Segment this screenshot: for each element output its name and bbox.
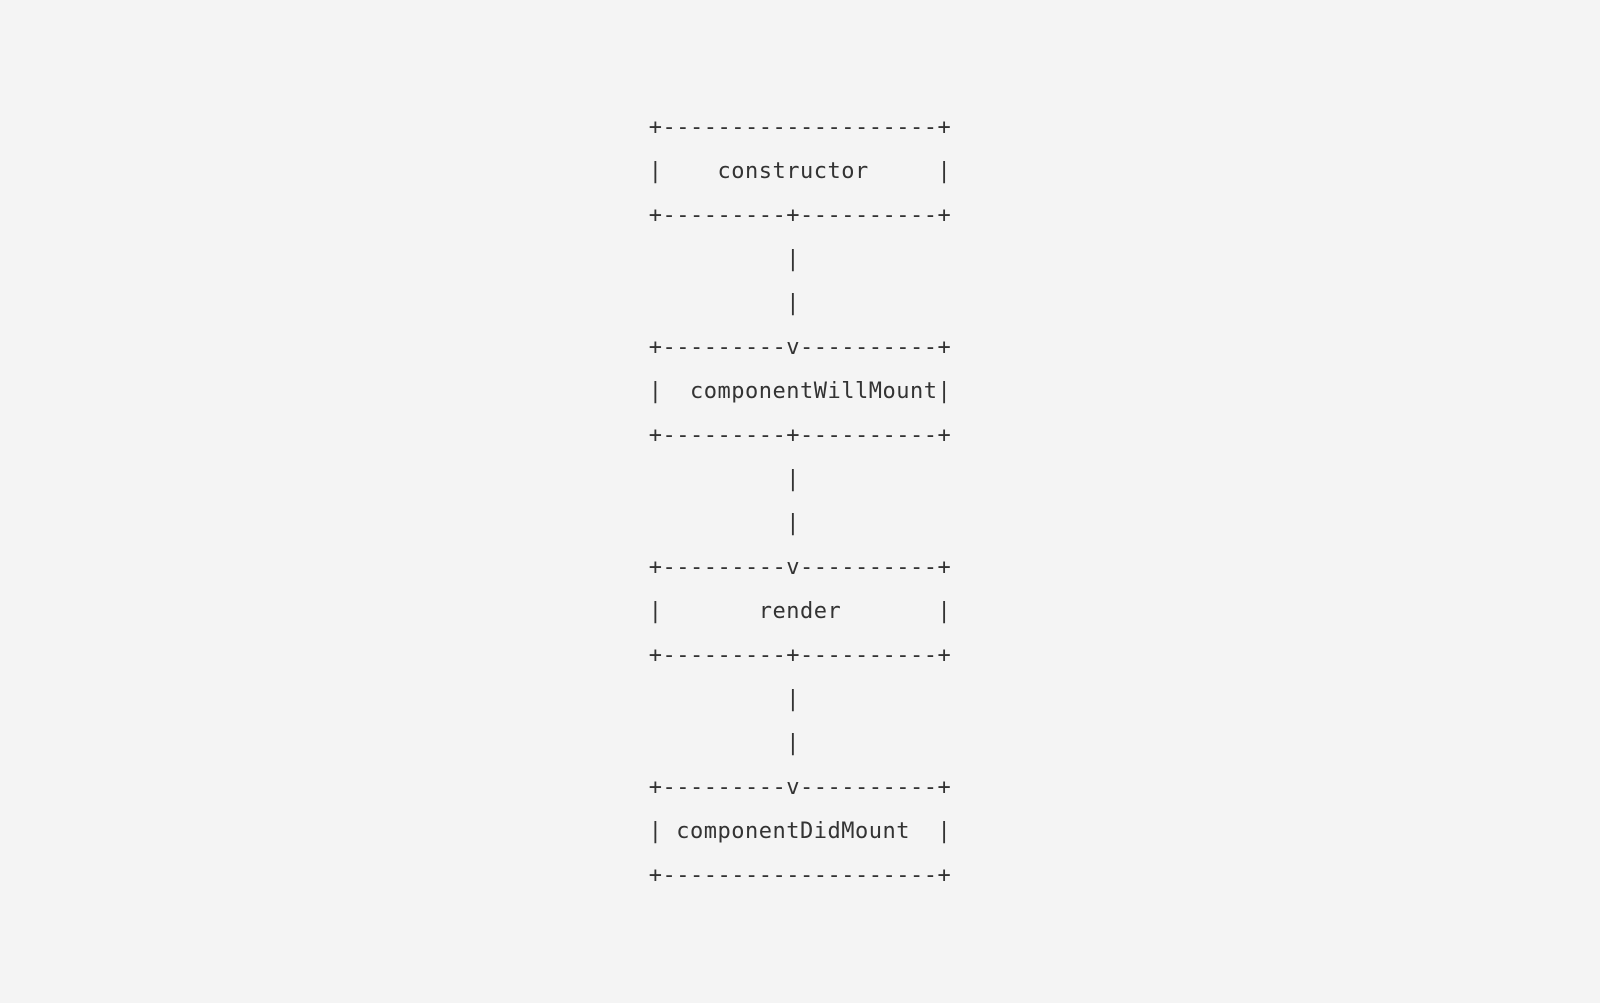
- lifecycle-ascii-diagram: +--------------------+ | constructor | +…: [649, 106, 951, 898]
